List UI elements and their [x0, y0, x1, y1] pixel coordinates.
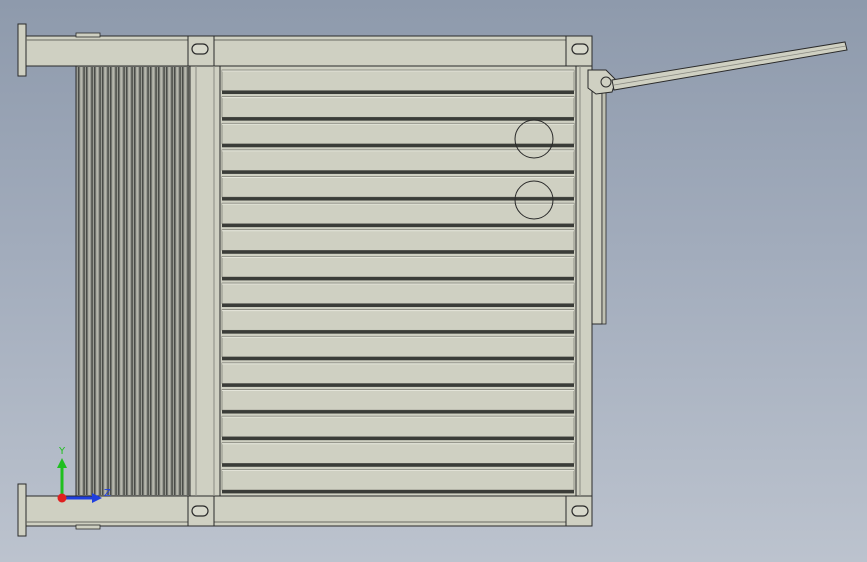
fin-strip [168, 67, 170, 495]
fin-strip [166, 67, 168, 495]
fin-strip [160, 67, 162, 495]
fin-strip [158, 67, 160, 495]
louver-gap [222, 436, 574, 441]
louver-blade [221, 469, 575, 491]
fin-strip [86, 67, 88, 495]
louver-gap [222, 303, 574, 308]
louver-blade [221, 389, 575, 411]
louver-gap [222, 356, 574, 361]
louver-panel [219, 65, 577, 497]
fin-strip [102, 67, 104, 495]
y-axis-label: Y [58, 446, 66, 457]
fin-strip [88, 67, 90, 495]
fin-strip [144, 67, 146, 495]
louver-gap [222, 490, 574, 494]
fin-strip [155, 67, 157, 495]
side-linkage-bar [591, 87, 607, 325]
fin-strip [179, 67, 181, 495]
fin-strip [187, 67, 189, 495]
actuator-joint [587, 69, 617, 95]
louver-gap [222, 197, 574, 201]
louver-gap [222, 330, 574, 334]
fin-strip [123, 67, 125, 495]
top-left-mount-hole [191, 43, 209, 55]
fin-strip [112, 67, 114, 495]
fin-strip [115, 67, 117, 495]
fin-strip [118, 67, 120, 495]
louver-blade [221, 176, 575, 198]
louver-blade [221, 256, 575, 278]
fin-strip [174, 67, 176, 495]
louver-blade [221, 309, 575, 331]
louver-gap [222, 143, 574, 148]
louver-blade [221, 69, 575, 91]
louver-gap [222, 117, 574, 121]
louver-gap [222, 223, 574, 228]
fin-strip [78, 67, 80, 495]
actuator-lever-arm[interactable] [611, 41, 848, 91]
cad-viewport[interactable]: Y Z [0, 0, 867, 562]
left-vertical-post [189, 65, 221, 497]
louver-blade [221, 362, 575, 384]
louver-gap [222, 170, 574, 174]
fin-strip [104, 67, 106, 495]
fin-strip [120, 67, 122, 495]
louver-blade [221, 122, 575, 145]
fin-strip [83, 67, 85, 495]
fin-strip [152, 67, 154, 495]
louver-blade [221, 96, 575, 118]
bottom-right-mount-hole [571, 505, 589, 517]
fin-strip [184, 67, 186, 495]
louver-blade [221, 442, 575, 464]
z-axis-label: Z [104, 488, 111, 499]
fin-strip [80, 67, 82, 495]
bottom-left-mount-hole [191, 505, 209, 517]
fin-strip [139, 67, 141, 495]
fin-strip [147, 67, 149, 495]
x-axis-dot [57, 493, 67, 503]
fin-strip [99, 67, 101, 495]
fin-strip [107, 67, 109, 495]
louver-gap [222, 250, 574, 254]
fin-strip [176, 67, 178, 495]
fin-strip [136, 67, 138, 495]
fin-strip [134, 67, 136, 495]
louver-gap [222, 383, 574, 387]
fin-strip [94, 67, 96, 495]
right-vertical-post [575, 65, 593, 497]
fin-strip [163, 67, 165, 495]
fin-strip [150, 67, 152, 495]
louver-blade [221, 415, 575, 438]
fin-strip [91, 67, 93, 495]
fin-strip [128, 67, 130, 495]
louver-gap [222, 410, 574, 414]
fin-bundle [75, 65, 193, 497]
fin-strip [131, 67, 133, 495]
louver-blade [221, 282, 575, 304]
fin-strip [182, 67, 184, 495]
louver-gap [222, 277, 574, 281]
louver-blade [221, 229, 575, 251]
top-right-mount-hole [571, 43, 589, 55]
fin-strip [110, 67, 112, 495]
louver-gap [222, 463, 574, 467]
fin-strip [171, 67, 173, 495]
fin-strip [96, 67, 98, 495]
louver-blade [221, 335, 575, 358]
fin-strip [142, 67, 144, 495]
fin-strip [126, 67, 128, 495]
louver-gap [222, 90, 574, 95]
